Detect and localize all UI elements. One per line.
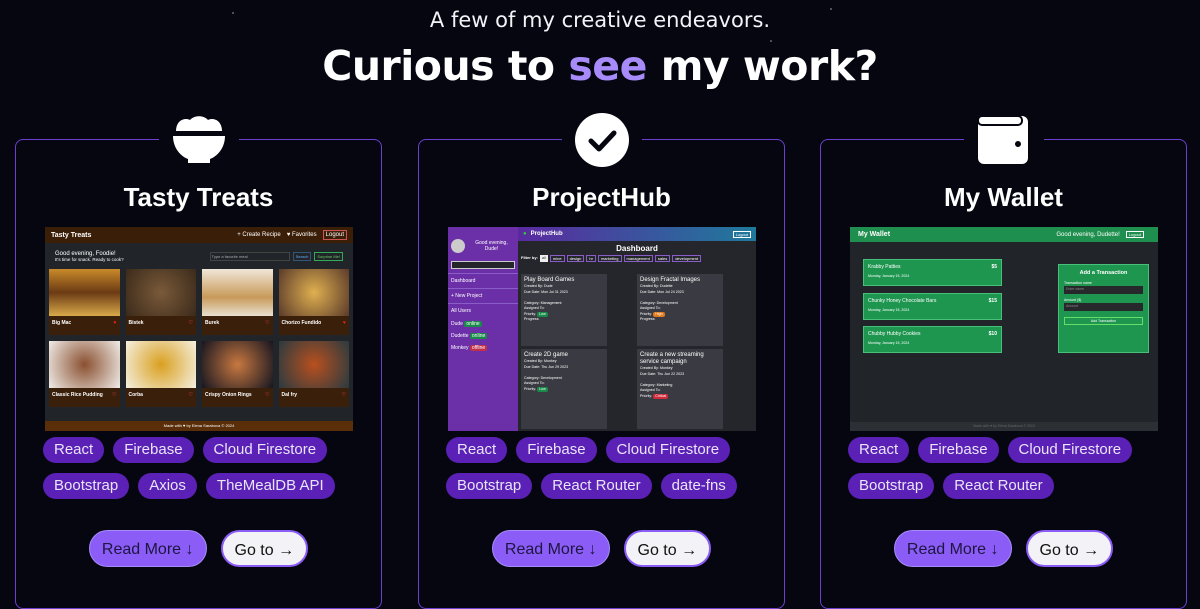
tech-tag: React Router xyxy=(943,473,1054,499)
project-title: Tasty Treats xyxy=(123,182,274,212)
tech-tag: TheMealDB API xyxy=(205,473,335,499)
recipe-card: Big Mac ♥ xyxy=(49,269,120,335)
transaction-item: Krabby Patties $5 Monday, January 15, 2024 xyxy=(863,259,1002,286)
recipe-card: Burek ♡ xyxy=(202,269,273,335)
task-card: Play Board Games Created By: Dude Due Date… xyxy=(521,274,607,346)
section-title: Curious to see my work? xyxy=(322,42,878,90)
wallet-icon xyxy=(963,110,1044,170)
task-card: Create a new streaming service campaign C… xyxy=(637,349,723,429)
project-card-my-wallet: My Wallet My Wallet Good evening, Dudette… xyxy=(820,110,1187,609)
project-preview[interactable]: Good evening, Dude! Dashboard + New Proj… xyxy=(448,227,756,431)
task-card: Create 2D game Created By: Monkey Due Date… xyxy=(521,349,607,429)
project-card-tasty-treats: Tasty Treats Tasty Treats + Create Recipe… xyxy=(15,110,382,609)
add-transaction-form: Add a Transaction Transaction name Enter… xyxy=(1058,264,1149,353)
tech-tag: date-fns xyxy=(660,473,737,499)
tech-tag: Axios xyxy=(138,473,197,499)
tech-tag: React xyxy=(446,437,508,463)
transaction-item: Chubby Hubby Cookies $10 Monday, January 1… xyxy=(863,326,1002,353)
tech-tag: Bootstrap xyxy=(446,473,533,499)
recipe-card: Classic Rice Pudding ♡ xyxy=(49,341,120,407)
tech-tag: Bootstrap xyxy=(43,473,130,499)
project-preview[interactable]: My Wallet Good evening, Dudette! Logout Kr… xyxy=(850,227,1158,431)
food-bowl-icon xyxy=(158,110,239,170)
recipe-card: Crispy Onion Rings ♡ xyxy=(202,341,273,407)
recipe-card: Chorizo Fundido ♥ xyxy=(278,269,349,335)
tech-tag: React Router xyxy=(541,473,652,499)
recipe-card: Bistek ♡ xyxy=(125,269,196,335)
go-to-button[interactable]: Go to → xyxy=(623,530,712,567)
tech-tag: Firebase xyxy=(918,437,999,463)
read-more-button[interactable]: Read More ↓ xyxy=(491,530,610,567)
tech-tags: React Firebase Cloud Firestore Bootstrap… xyxy=(446,437,766,499)
tech-tag: Bootstrap xyxy=(848,473,935,499)
recipe-card: Dal fry ♡ xyxy=(278,341,349,407)
recipe-grid: Big Mac ♥ Bistek ♡ Burek ♡ Chorizo Fundido ♥… xyxy=(45,269,353,407)
go-to-button[interactable]: Go to → xyxy=(220,530,309,567)
tech-tag: Cloud Firestore xyxy=(202,437,328,463)
tech-tag: Cloud Firestore xyxy=(1007,437,1133,463)
recipe-card: Corba ♡ xyxy=(125,341,196,407)
task-card: Design Fractal Images Created By: Dudette… xyxy=(637,274,723,346)
checkmark-icon xyxy=(561,110,642,170)
tech-tag: React xyxy=(848,437,910,463)
section-subtitle: A few of my creative endeavors. xyxy=(429,8,771,32)
tech-tags: React Firebase Cloud Firestore Bootstrap… xyxy=(848,437,1168,499)
tech-tag: React xyxy=(43,437,105,463)
project-title: ProjectHub xyxy=(532,182,671,212)
tech-tag: Cloud Firestore xyxy=(605,437,731,463)
tech-tag: Firebase xyxy=(113,437,194,463)
project-card-projecthub: ProjectHub Good evening, Dude! Dashboard… xyxy=(418,110,785,609)
project-title: My Wallet xyxy=(944,182,1063,212)
read-more-button[interactable]: Read More ↓ xyxy=(893,530,1012,567)
transaction-item: Chunky Honey Chocolate Bars $15 Monday, Ja… xyxy=(863,293,1002,320)
go-to-button[interactable]: Go to → xyxy=(1025,530,1114,567)
tech-tags: React Firebase Cloud Firestore Bootstrap… xyxy=(43,437,363,499)
tech-tag: Firebase xyxy=(516,437,597,463)
project-preview[interactable]: Tasty Treats + Create Recipe ♥ Favorites Lo… xyxy=(45,227,353,431)
read-more-button[interactable]: Read More ↓ xyxy=(88,530,207,567)
